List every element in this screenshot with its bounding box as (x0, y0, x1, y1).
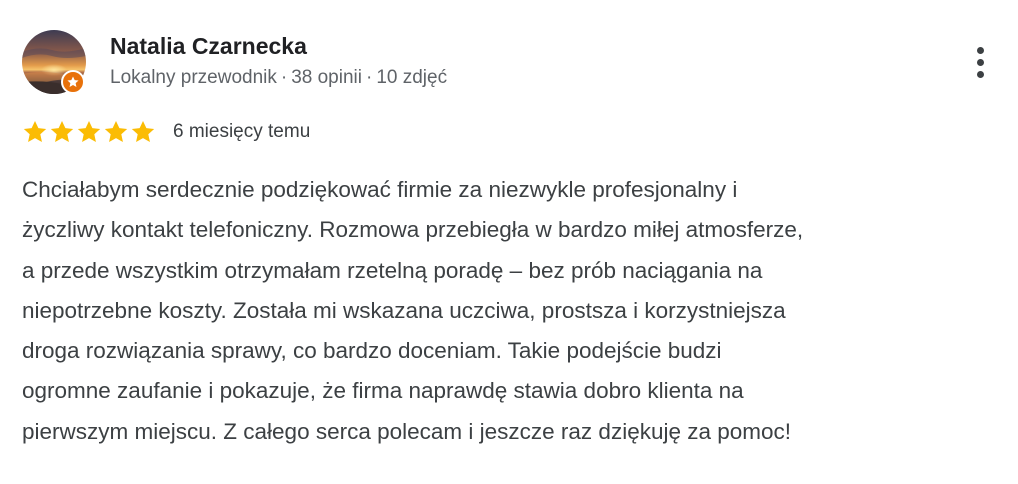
review-text-line: a przede wszystkim otrzymałam rzetelną p… (22, 257, 763, 283)
star-icon (77, 120, 101, 142)
rating-row: 6 miesięcy temu (22, 118, 310, 146)
meta-separator: · (280, 67, 288, 88)
review-text-line: pierwszym miejscu. Z całego serca poleca… (22, 418, 792, 444)
review-text: Chciałabym serdecznie podziękować firmie… (22, 170, 1012, 452)
review-text-line: ogromne zaufanie i pokazuje, że firma na… (22, 378, 744, 404)
menu-dot (976, 58, 984, 66)
meta-separator: · (365, 67, 373, 88)
star-icon (104, 120, 128, 142)
review-date: 6 miesięcy temu (173, 121, 311, 142)
star-icon (23, 120, 47, 142)
reviewer-avatar[interactable] (22, 30, 86, 94)
review-text-line: Chciałabym serdecznie podziękować firmie… (22, 177, 738, 202)
reviews-count: 38 opinii (291, 67, 362, 88)
reviewer-meta: Lokalny przewodnik · 38 opinii · 10 zdjęć (110, 65, 447, 91)
menu-dot (976, 46, 984, 54)
star-rating (22, 119, 156, 145)
review-card: Natalia Czarnecka Lokalny przewodnik · 38 … (0, 0, 1018, 484)
star-icon (131, 120, 155, 142)
photos-count: 10 zdjęć (376, 67, 448, 88)
review-text-line: niepotrzebne koszty. Została mi wskazana… (22, 297, 786, 323)
more-vertical-icon[interactable] (960, 38, 1000, 86)
review-text-line: droga rozwiązania sprawy, co bardzo doce… (22, 338, 722, 364)
menu-dot (976, 70, 984, 78)
local-guide-star-icon (61, 70, 85, 94)
star-icon (50, 120, 74, 142)
local-guide-label: Lokalny przewodnik (110, 67, 277, 88)
review-text-line: życzliwy kontakt telefoniczny. Rozmowa p… (22, 217, 804, 243)
reviewer-name[interactable]: Natalia Czarnecka (110, 31, 307, 61)
